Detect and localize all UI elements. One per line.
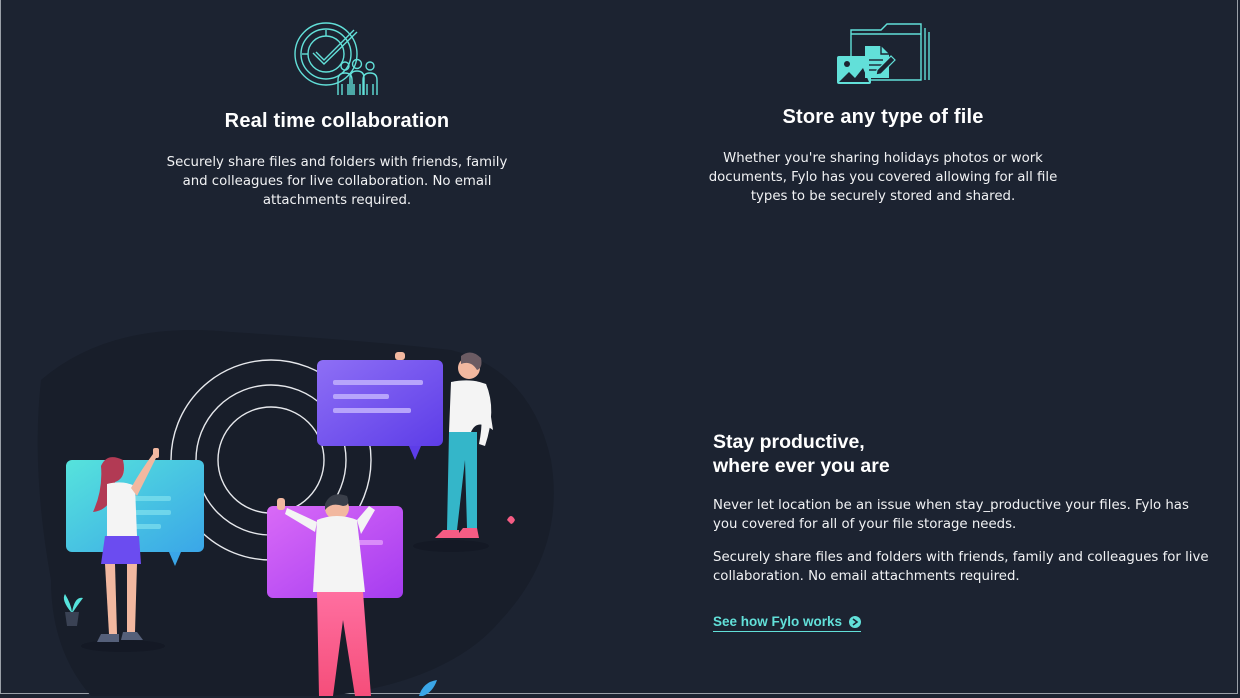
productive-heading: Stay productive, where ever you are [713, 430, 1213, 478]
feature-collaboration: Real time collaboration Securely share f… [161, 22, 513, 210]
productive-paragraph: Never let location be an issue when stay… [713, 498, 1189, 532]
collaboration-icon [161, 22, 513, 96]
feature-title: Store any type of file [782, 106, 984, 128]
arrow-circle-right-icon [849, 615, 862, 628]
page-frame: Real time collaboration Securely share f… [0, 0, 1238, 696]
any-file-icon [701, 20, 1065, 88]
stay-productive-illustration [31, 320, 571, 696]
productive-heading-line2: where ever you are [713, 455, 890, 477]
productive-heading-line1: Stay productive, [713, 431, 865, 453]
feature-description: Securely share files and folders with fr… [166, 155, 508, 208]
feature-description: Whether you're sharing holidays photos o… [708, 151, 1058, 204]
stay-productive-section: Stay productive, where ever you are Neve… [713, 430, 1213, 632]
feature-any-file: Store any type of file Whether you're sh… [701, 20, 1065, 206]
feature-title: Real time collaboration [224, 110, 450, 132]
productive-paragraph: Securely share files and folders with fr… [713, 550, 1209, 584]
see-how-fylo-works-link[interactable]: See how Fylo works [713, 614, 862, 632]
cta-label: See how Fylo works [713, 614, 843, 629]
